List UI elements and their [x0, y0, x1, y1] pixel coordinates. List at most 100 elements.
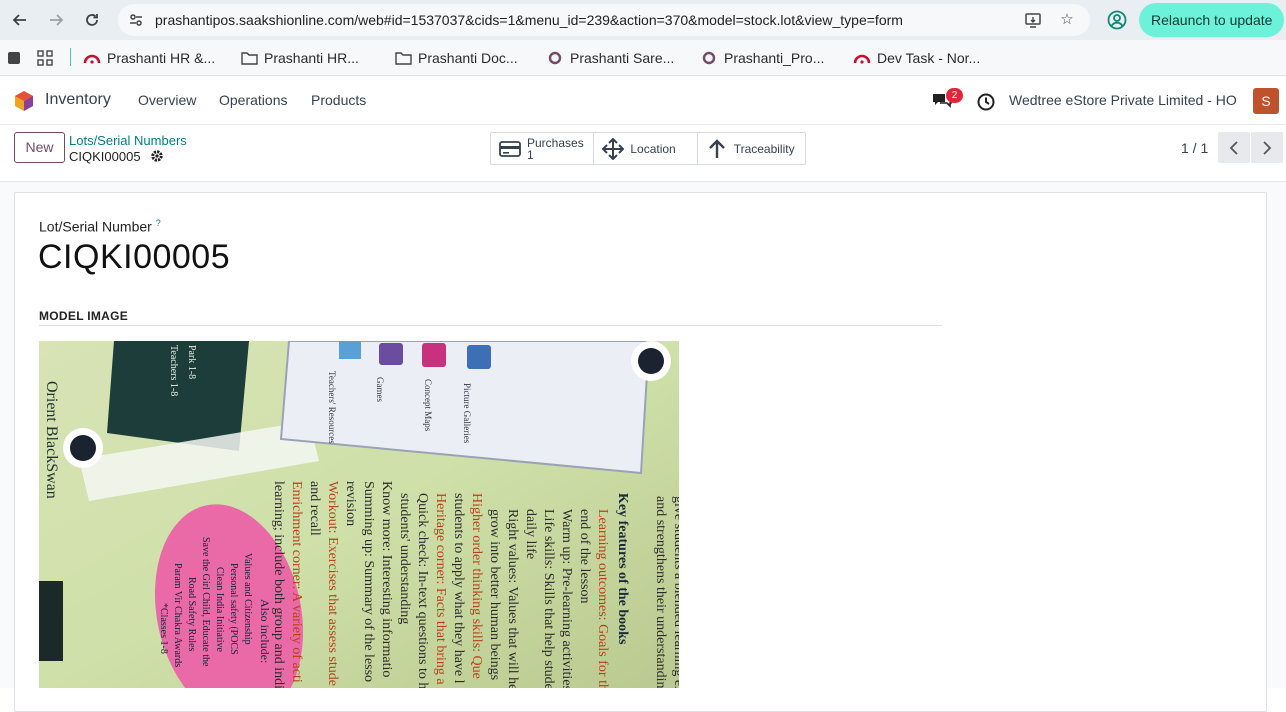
image-line: Higher order thinking skills: Que	[469, 493, 484, 679]
bookmark-star-icon[interactable]: ☆	[1058, 11, 1076, 29]
image-oval-text: Also include:	[258, 599, 272, 663]
image-oval-text: Values and Citizenship	[242, 553, 253, 645]
odoo-navbar: Inventory Overview Operations Products 2…	[0, 77, 1286, 125]
circle-icon	[546, 50, 564, 66]
url-text[interactable]: prashantipos.saakshionline.com/web#id=15…	[155, 12, 903, 28]
traceability-label: Traceability	[733, 141, 795, 156]
image-line: Enrichment corner: A variety of acti	[289, 481, 304, 683]
image-card-text: Teachers' Resources	[327, 371, 337, 444]
back-icon[interactable]	[8, 8, 32, 32]
menu-overview[interactable]: Overview	[138, 92, 196, 108]
image-line: grow into better human beings	[487, 509, 502, 680]
smart-buttons: Purchases 1 Location Traceability	[490, 132, 806, 165]
forward-icon[interactable]	[44, 8, 68, 32]
profile-icon[interactable]	[1106, 9, 1128, 31]
bookmark-label: Prashanti HR...	[264, 50, 359, 66]
image-card-text: Games	[375, 377, 385, 402]
image-oval-text: Personal safety (POCS	[228, 563, 239, 655]
pager-next-button[interactable]	[1251, 132, 1283, 163]
gear-icon[interactable]	[150, 149, 164, 163]
bookmark-item[interactable]: Prashanti_Pro...	[700, 48, 824, 68]
image-line: Know more: Interesting informatio	[379, 481, 394, 677]
image-oval-text: Param Vir Chakra Awards	[172, 563, 183, 667]
folder-icon	[240, 50, 258, 66]
lot-field-label: Lot/Serial Number ?	[39, 218, 161, 235]
help-tooltip-icon[interactable]: ?	[156, 218, 161, 228]
image-line: Workout: Exercises that assess stude	[325, 481, 340, 686]
relaunch-button[interactable]: Relaunch to update	[1139, 3, 1284, 37]
image-line: learning; include both group and indi	[271, 481, 286, 688]
menu-products[interactable]: Products	[311, 92, 366, 108]
image-brand: Orient BlackSwan	[43, 381, 60, 499]
traceability-smart-button[interactable]: Traceability	[698, 133, 805, 164]
bookmarks-bar: Prashanti HR &... Prashanti HR... Prasha…	[0, 40, 1286, 76]
new-button[interactable]: New	[14, 132, 65, 163]
app-title[interactable]: Inventory	[45, 91, 111, 109]
site-settings-icon[interactable]	[128, 12, 144, 28]
purchases-count: 1	[527, 147, 534, 162]
purchases-smart-button[interactable]: Purchases 1	[491, 133, 595, 164]
bookmark-folder[interactable]: Prashanti Doc...	[394, 48, 518, 68]
image-line: students' understanding	[397, 493, 412, 624]
image-line: and strengthens their understanding	[653, 496, 668, 688]
bookmark-label: Prashanti Sare...	[570, 50, 675, 66]
pager-value[interactable]: 1 / 1	[1181, 140, 1208, 156]
image-strip-text: Teachers 1-8	[168, 345, 179, 396]
install-app-icon[interactable]	[1024, 11, 1042, 29]
bookmark-label: Prashanti HR &...	[107, 50, 216, 66]
breadcrumb-current: CIQKI00005	[69, 149, 141, 164]
location-label: Location	[630, 141, 676, 156]
image-line: Summing up: Summary of the lesso	[361, 481, 376, 682]
bookmark-item[interactable]: Dev Task - Nor...	[853, 48, 980, 68]
apps-square-icon[interactable]	[7, 48, 21, 68]
odoo-icon	[853, 50, 871, 66]
image-line: Heritage corner: Facts that bring a	[433, 493, 448, 685]
image-line: end of the lesson	[577, 509, 592, 603]
image-line: Right values: Values that will help	[505, 509, 520, 688]
browser-toolbar: prashantipos.saakshionline.com/web#id=15…	[0, 0, 1286, 40]
pager-previous-button[interactable]	[1218, 132, 1250, 163]
bookmark-item[interactable]: Prashanti Sare...	[546, 48, 674, 68]
image-line: Life skills: Skills that help students	[541, 509, 556, 688]
breadcrumb-parent[interactable]: Lots/Serial Numbers	[69, 133, 187, 148]
bookmark-label: Dev Task - Nor...	[877, 50, 981, 66]
company-switcher[interactable]: Wedtree eStore Private Limited - HO	[1009, 92, 1237, 108]
image-oval-text: *Classes 1-8	[158, 603, 169, 654]
user-avatar[interactable]: S	[1253, 88, 1279, 114]
section-divider	[39, 325, 942, 326]
image-oval-text: Road Safety Rules	[186, 577, 197, 652]
image-line: revision	[343, 481, 358, 526]
location-smart-button[interactable]: Location	[594, 133, 698, 164]
model-image[interactable]: Orient BlackSwan Teachers' Resources Gam…	[39, 341, 679, 688]
section-title: MODEL IMAGE	[39, 309, 129, 323]
bookmark-separator	[70, 48, 71, 66]
bookmark-item[interactable]: Prashanti HR &...	[83, 48, 215, 68]
control-panel: New Lots/Serial Numbers CIQKI00005 Purch…	[0, 125, 1286, 182]
image-line: Learning outcomes: Goals for the	[595, 509, 610, 688]
image-line: Quick check: In-text questions to h	[415, 493, 430, 688]
image-line: give students a blended learning experie…	[671, 496, 679, 688]
reload-icon[interactable]	[80, 8, 104, 32]
folder-icon	[394, 50, 412, 66]
bookmark-label: Prashanti Doc...	[418, 50, 518, 66]
image-oval-text: Save the Girl Child, Educate the	[200, 537, 211, 667]
activity-clock-icon[interactable]	[976, 92, 996, 112]
address-bar[interactable]: prashantipos.saakshionline.com/web#id=15…	[118, 4, 1090, 36]
lot-name-field[interactable]: CIQKI00005	[38, 238, 230, 277]
odoo-icon	[83, 50, 101, 66]
inventory-app-icon[interactable]	[13, 90, 35, 112]
bookmark-folder[interactable]: Prashanti HR...	[240, 48, 359, 68]
arrows-move-icon	[602, 137, 625, 160]
lot-field-label-text: Lot/Serial Number	[39, 218, 152, 235]
arrow-up-icon	[706, 138, 728, 160]
chat-count-badge: 2	[946, 88, 963, 103]
circle-icon	[700, 50, 718, 66]
image-line: daily life	[523, 509, 538, 559]
apps-grid-icon[interactable]	[37, 48, 53, 68]
image-line: students to apply what they have l	[451, 493, 466, 684]
image-line: Warm up: Pre-learning activities	[559, 509, 574, 688]
menu-operations[interactable]: Operations	[219, 92, 287, 108]
image-line: and recall	[307, 481, 322, 536]
image-card-text: Concept Maps	[423, 379, 433, 432]
image-card-text: Picture Galleries	[462, 383, 472, 444]
